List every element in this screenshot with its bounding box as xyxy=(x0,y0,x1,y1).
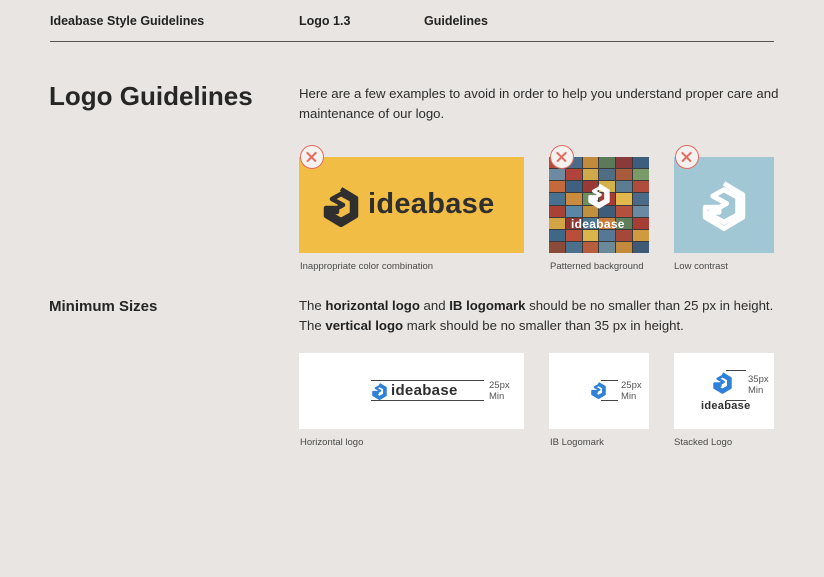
section-heading-minimum-sizes: Minimum Sizes xyxy=(49,298,158,315)
error-icon xyxy=(300,145,324,169)
section-label[interactable]: Logo 1.3 xyxy=(299,14,350,28)
caption-low-contrast: Low contrast xyxy=(674,261,728,272)
size-guide-top xyxy=(601,380,618,381)
header-divider xyxy=(50,41,774,42)
min-size-label: 25px Min xyxy=(489,380,510,402)
min-size-label: 25px Min xyxy=(621,380,642,402)
error-icon xyxy=(550,145,574,169)
ib-logomark-icon xyxy=(588,183,610,209)
example-low-contrast xyxy=(674,157,774,253)
ib-logomark-icon xyxy=(702,181,746,231)
ib-logomark-icon xyxy=(713,372,732,394)
ib-logomark-icon xyxy=(323,187,359,227)
logo-wordmark: ideabase xyxy=(391,382,458,399)
page-title: Logo Guidelines xyxy=(49,81,253,111)
site-title: Ideabase Style Guidelines xyxy=(50,14,205,28)
size-guide-bottom xyxy=(601,400,618,401)
stacked-logo-example: ideabase 35px Min xyxy=(674,353,774,429)
example-color-combination: ideabase xyxy=(299,157,524,253)
horizontal-logo-example: ideabase 25px Min xyxy=(299,353,524,429)
error-icon xyxy=(675,145,699,169)
size-guide-bottom xyxy=(371,400,484,401)
size-guide-top xyxy=(726,370,746,371)
caption-horizontal-logo: Horizontal logo xyxy=(300,437,364,448)
rule-line-horizontal: The horizontal logo and IB logomark shou… xyxy=(299,298,774,313)
intro-text: Here are a few examples to avoid in orde… xyxy=(299,86,779,121)
logo-wordmark: ideabase xyxy=(368,188,495,220)
example-patterned-background: ideabase xyxy=(549,157,649,253)
logomark-example: 25px Min xyxy=(549,353,649,429)
caption-patterned-background: Patterned background xyxy=(550,261,644,272)
caption-stacked-logo: Stacked Logo xyxy=(674,437,733,448)
ib-logomark-icon xyxy=(372,383,387,400)
size-guide-bottom xyxy=(726,400,746,401)
logo-wordmark: ideabase xyxy=(571,217,625,231)
ib-logomark-icon xyxy=(591,382,606,399)
minimum-size-rules: The horizontal logo and IB logomark shou… xyxy=(299,296,779,336)
min-size-label: 35px Min xyxy=(748,374,769,396)
caption-color-combination: Inappropriate color combination xyxy=(300,261,434,272)
size-guide-top xyxy=(371,380,484,381)
caption-logomark: IB Logomark xyxy=(550,437,604,448)
logo-wordmark: ideabase xyxy=(701,400,751,412)
rule-line-vertical: The vertical logo mark should be no smal… xyxy=(299,318,684,333)
page-label[interactable]: Guidelines xyxy=(424,14,488,28)
